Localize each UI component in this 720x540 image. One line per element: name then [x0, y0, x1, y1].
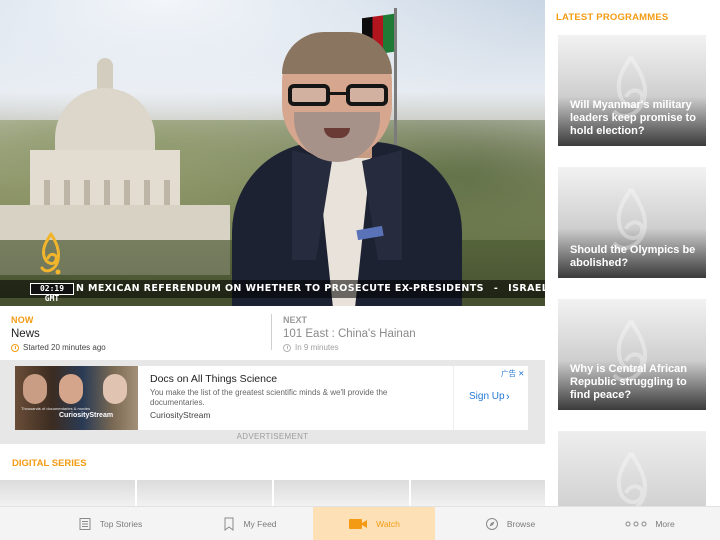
tab-browse[interactable]: Browse — [445, 507, 575, 540]
series-card[interactable] — [411, 480, 545, 506]
tab-label: Browse — [506, 519, 536, 529]
ad-image-brand: CuriosityStream — [59, 412, 114, 419]
programme-title: Should the Olympics be abolished? — [570, 244, 696, 269]
ad-choices-button[interactable]: 广告 ✕ — [501, 368, 524, 379]
series-card[interactable] — [274, 480, 409, 506]
programme-card[interactable] — [558, 431, 706, 506]
next-time-text: In 9 minutes — [295, 343, 339, 352]
latest-programmes-heading: LATEST PROGRAMMES — [556, 12, 669, 23]
ad-label: ADVERTISEMENT — [236, 432, 309, 441]
now-time: Started 20 minutes ago — [11, 343, 106, 352]
ticker-headline: ISRAEL'S SUPREME COURT AC — [508, 283, 545, 294]
ad-banner[interactable]: Thousands of documentaries & movies Curi… — [15, 366, 528, 430]
ad-title[interactable]: Docs on All Things Science — [150, 373, 277, 385]
ad-description: You make the list of the greatest scient… — [150, 388, 388, 407]
ticker-headlines: N MEXICAN REFERENDUM ON WHETHER TO PROSE… — [76, 283, 545, 295]
programme-title: Why is Central African Republic struggli… — [570, 363, 687, 401]
next-programme[interactable]: NEXT 101 East : China's Hainan In 9 minu… — [283, 315, 416, 352]
ad-image[interactable]: Thousands of documentaries & movies Curi… — [15, 366, 138, 430]
next-label: NEXT — [283, 315, 308, 325]
programme-card[interactable]: Why is Central African Republic struggli… — [558, 299, 706, 410]
ad-container: Thousands of documentaries & movies Curi… — [0, 360, 545, 444]
compass-icon — [485, 518, 498, 530]
ad-source: CuriosityStream — [150, 410, 211, 420]
video-camera-icon — [349, 519, 368, 529]
tab-label: More — [655, 519, 675, 529]
digital-series-carousel[interactable] — [0, 480, 545, 506]
schedule-bar: NOW News Started 20 minutes ago NEXT 101… — [0, 306, 545, 360]
chevron-right-icon: › — [506, 391, 510, 403]
ad-signup-button[interactable]: Sign Up — [469, 391, 505, 402]
ad-image-caption: Thousands of documentaries & movies — [21, 406, 91, 411]
programme-card[interactable]: Will Myanmar's military leaders keep pro… — [558, 35, 706, 146]
series-card[interactable] — [0, 480, 135, 506]
video-presenter — [232, 32, 462, 306]
digital-series-heading: DIGITAL SERIES — [12, 458, 87, 469]
bottom-tab-bar: Top Stories My Feed Watch Browse More — [0, 506, 720, 540]
tab-more[interactable]: More — [585, 507, 715, 540]
bookmark-icon — [224, 517, 234, 531]
al-jazeera-logo-icon — [40, 232, 61, 275]
ticker-clock: 02:19 GMT — [30, 283, 74, 303]
now-time-text: Started 20 minutes ago — [23, 343, 106, 352]
ticker-headline: N MEXICAN REFERENDUM ON WHETHER TO PROSE… — [76, 283, 484, 294]
tab-top-stories[interactable]: Top Stories — [45, 507, 175, 540]
clock-icon — [11, 343, 19, 352]
programme-title: Will Myanmar's military leaders keep pro… — [570, 99, 696, 137]
next-time: In 9 minutes — [283, 343, 416, 352]
tab-label: My Feed — [243, 519, 277, 529]
live-video-player[interactable]: 02:19 GMT N MEXICAN REFERENDUM ON WHETHE… — [0, 0, 545, 306]
ticker-separator: - — [493, 283, 499, 294]
programme-card[interactable]: Should the Olympics be abolished? — [558, 167, 706, 278]
video-building-lantern — [97, 58, 113, 92]
tab-label: Watch — [376, 519, 400, 529]
tab-watch[interactable]: Watch — [313, 507, 435, 540]
al-jazeera-watermark-icon — [614, 451, 647, 506]
schedule-divider — [271, 314, 272, 350]
newspaper-icon — [79, 518, 91, 530]
now-playing[interactable]: NOW News Started 20 minutes ago — [11, 315, 106, 352]
next-programme-title: 101 East : China's Hainan — [283, 328, 416, 340]
tab-label: Top Stories — [99, 519, 143, 529]
now-programme-title: News — [11, 328, 40, 340]
tab-my-feed[interactable]: My Feed — [185, 507, 315, 540]
latest-programmes-panel[interactable]: LATEST PROGRAMMES Will Myanmar's militar… — [545, 0, 720, 506]
series-card[interactable] — [137, 480, 272, 506]
now-label: NOW — [11, 315, 34, 325]
more-dots-icon — [625, 521, 647, 527]
clock-icon — [283, 343, 291, 352]
